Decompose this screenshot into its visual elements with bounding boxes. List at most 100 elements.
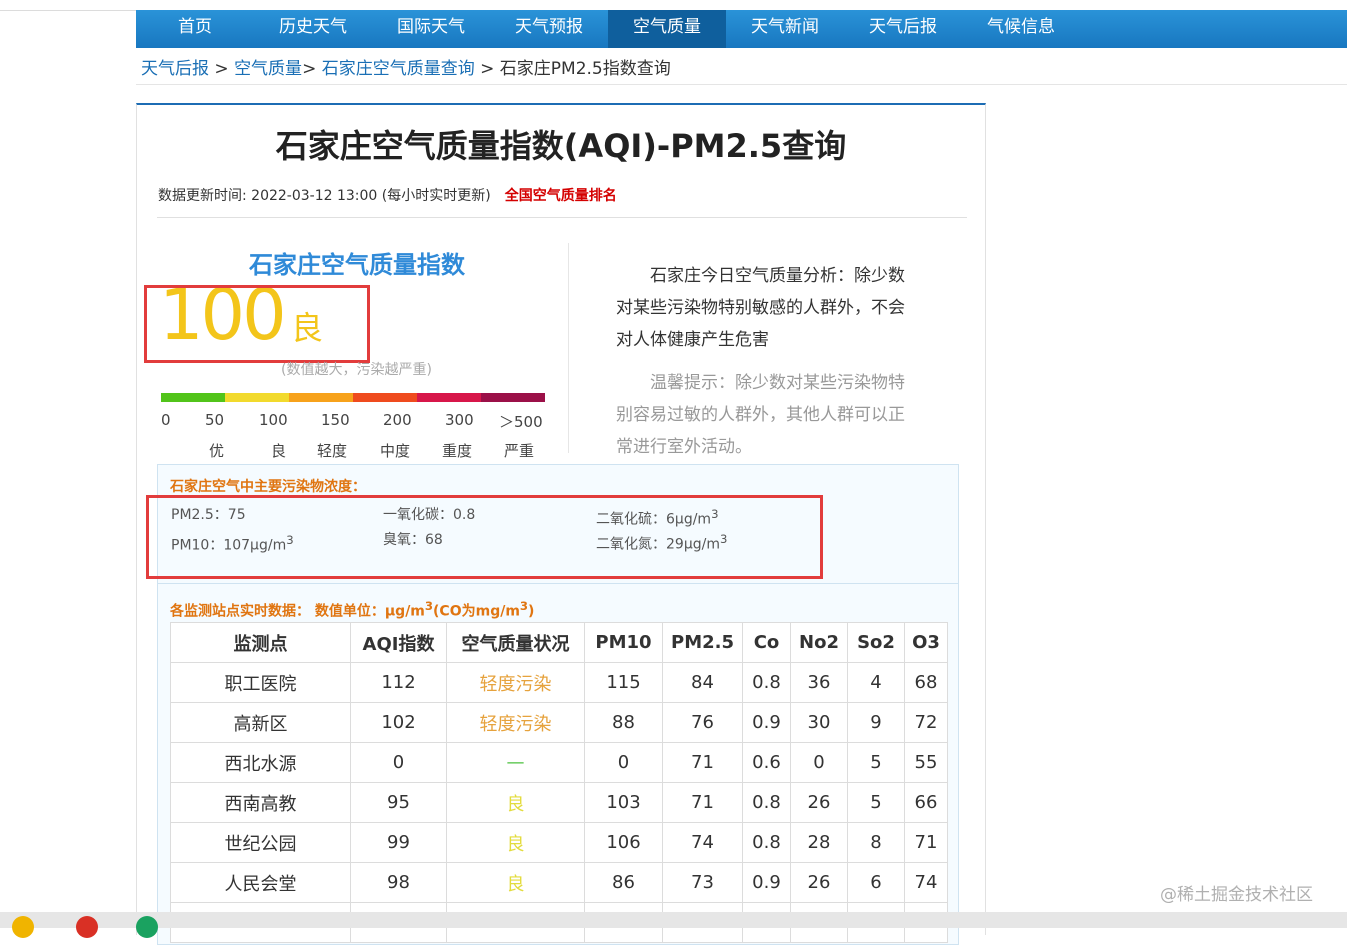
table-cell: 0.8 — [742, 822, 791, 863]
table-row: 高新区 102 轻度污染 88 76 0.9 30 9 72 — [170, 702, 948, 743]
table-cell: 0 — [790, 742, 848, 783]
national-ranking-link[interactable]: 全国空气质量排名 — [505, 188, 617, 204]
table-cell: — — [446, 742, 585, 783]
table-cell: 36 — [790, 662, 848, 703]
nav-forecast[interactable]: 天气预报 — [490, 10, 608, 48]
table-cell: 74 — [662, 822, 743, 863]
nav-home[interactable]: 首页 — [136, 10, 254, 48]
table-cell: 高新区 — [170, 702, 351, 743]
app-icon[interactable] — [136, 916, 158, 938]
table-cell: 76 — [662, 702, 743, 743]
table-cell: 轻度污染 — [446, 702, 585, 743]
table-cell: 世纪公园 — [170, 822, 351, 863]
folder-icon[interactable] — [12, 916, 34, 938]
table-cell: 30 — [790, 702, 848, 743]
table-cell: 人民会堂 — [170, 862, 351, 903]
table-row: 世纪公园 99 良 106 74 0.8 28 8 71 — [170, 822, 948, 863]
breadcrumb: 天气后报 > 空气质量> 石家庄空气质量查询 > 石家庄PM2.5指数查询 — [141, 54, 671, 79]
table-cell: 95 — [350, 782, 447, 823]
table-row: 西北水源 0—0 71 0.6 0 5 55 — [170, 742, 948, 783]
scale-number: 50 — [205, 411, 225, 429]
breadcrumb-link-air-quality[interactable]: 空气质量 — [234, 59, 302, 79]
tip-content: 温馨提示：除少数对某些污染物特别容易过敏的人群外，其他人群可以正常进行室外活动。 — [616, 373, 905, 457]
pollutant-highlight-box — [146, 495, 823, 579]
scale-number: ＞500 — [499, 413, 543, 431]
col-no2: No2 — [790, 622, 848, 663]
scale-number: 0 — [161, 411, 171, 429]
table-cell: 西北水源 — [170, 742, 351, 783]
nav-weather-news[interactable]: 天气新闻 — [726, 10, 844, 48]
table-cell: 6 — [847, 862, 905, 903]
tip-text: 温馨提示：除少数对某些污染物特别容易过敏的人群外，其他人群可以正常进行室外活动。 — [616, 367, 918, 463]
station-title-text: 各监测站点实时数据： 数值单位：μg/m — [170, 603, 425, 620]
pollutant-title: 石家庄空气中主要污染物浓度： — [170, 479, 366, 495]
scale-word: 良 — [271, 442, 287, 460]
col-o3: O3 — [904, 622, 948, 663]
table-cell: 0.9 — [742, 862, 791, 903]
breadcrumb-link-weather-report[interactable]: 天气后报 — [141, 59, 209, 79]
col-aqi: AQI指数 — [350, 622, 447, 663]
nav-air-quality[interactable]: 空气质量 — [608, 10, 726, 48]
table-row: 西南高教 95 良 103 71 0.8 26 5 66 — [170, 782, 948, 823]
station-box: 各监测站点实时数据： 数值单位：μg/m3(CO为mg/m3) 监测点 AQI指… — [157, 583, 959, 945]
vertical-divider — [568, 243, 569, 453]
aqi-color-scale — [161, 393, 545, 402]
table-cell: 102 — [350, 702, 447, 743]
table-cell: 71 — [904, 822, 948, 863]
scale-segment — [353, 393, 417, 402]
table-cell: 0 — [350, 742, 447, 783]
col-status: 空气质量状况 — [446, 622, 585, 663]
nav-weather-report[interactable]: 天气后报 — [844, 10, 962, 48]
update-info: 数据更新时间: 2022-03-12 13:00 (每小时实时更新) 全国空气质量… — [158, 185, 617, 205]
table-row: 人民会堂 98 良 86 73 0.9 26 6 74 — [170, 862, 948, 903]
scale-word: 重度 — [442, 442, 473, 460]
table-header-row: 监测点 AQI指数 空气质量状况 PM10 PM2.5 Co No2 So2 O… — [170, 622, 948, 663]
table-cell: 5 — [847, 742, 905, 783]
main-nav: 首页 历史天气 国际天气 天气预报 空气质量 天气新闻 天气后报 气候信息 — [136, 10, 1347, 48]
table-cell: 5 — [847, 782, 905, 823]
scale-number: 150 — [321, 411, 350, 429]
table-cell: 9 — [847, 702, 905, 743]
nav-international-weather[interactable]: 国际天气 — [372, 10, 490, 48]
table-cell: 0.8 — [742, 662, 791, 703]
table-cell: 88 — [584, 702, 663, 743]
table-cell: 8 — [847, 822, 905, 863]
scale-segment — [161, 393, 225, 402]
analysis-content: 石家庄今日空气质量分析：除少数对某些污染物特别敏感的人群外，不会对人体健康产生危… — [616, 266, 905, 350]
nav-climate-info[interactable]: 气候信息 — [962, 10, 1080, 48]
breadcrumb-link-city-air[interactable]: 石家庄空气质量查询 — [322, 59, 475, 79]
taskbar — [0, 912, 1347, 938]
table-cell: 106 — [584, 822, 663, 863]
table-cell: 良 — [446, 862, 585, 903]
table-cell: 西南高教 — [170, 782, 351, 823]
scale-segment — [225, 393, 289, 402]
scale-number: 200 — [383, 411, 412, 429]
table-cell: 74 — [904, 862, 948, 903]
col-pm10: PM10 — [584, 622, 663, 663]
scale-word: 优 — [209, 442, 225, 460]
browser-icon[interactable] — [76, 916, 98, 938]
station-table: 监测点 AQI指数 空气质量状况 PM10 PM2.5 Co No2 So2 O… — [170, 622, 948, 943]
col-co: Co — [742, 622, 791, 663]
update-time: 数据更新时间: 2022-03-12 13:00 (每小时实时更新) — [158, 188, 491, 204]
breadcrumb-sep: > — [209, 59, 235, 79]
breadcrumb-current: 石家庄PM2.5指数查询 — [499, 59, 671, 79]
table-cell: 103 — [584, 782, 663, 823]
scale-word: 中度 — [380, 442, 411, 460]
aqi-highlight-box — [144, 285, 370, 363]
table-cell: 86 — [584, 862, 663, 903]
table-cell: 55 — [904, 742, 948, 783]
table-cell: 良 — [446, 822, 585, 863]
table-cell: 112 — [350, 662, 447, 703]
table-cell: 0 — [584, 742, 663, 783]
nav-history-weather[interactable]: 历史天气 — [254, 10, 372, 48]
scale-word: 严重 — [504, 442, 535, 460]
table-cell: 72 — [904, 702, 948, 743]
table-cell: 职工医院 — [170, 662, 351, 703]
scale-word: 轻度 — [317, 442, 348, 460]
table-cell: 0.8 — [742, 782, 791, 823]
table-cell: 115 — [584, 662, 663, 703]
divider — [157, 217, 967, 218]
col-pm25: PM2.5 — [662, 622, 743, 663]
table-cell: 0.6 — [742, 742, 791, 783]
